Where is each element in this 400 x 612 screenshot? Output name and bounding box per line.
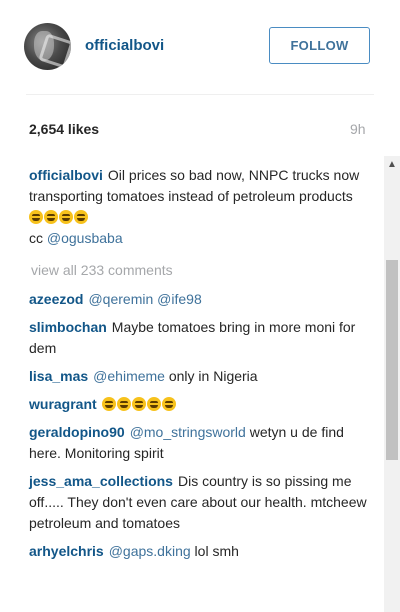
comment-item: arhyelchris @gaps.dking lol smh: [29, 541, 369, 562]
scroll-up-arrow-icon[interactable]: ▲: [384, 160, 400, 170]
comments-section: officialbovi Oil prices so bad now, NNPC …: [29, 165, 369, 569]
comment-item: geraldopino90 @mo_stringsworld wetyn u de…: [29, 422, 369, 464]
comment-username[interactable]: lisa_mas: [29, 368, 88, 384]
comment-mention[interactable]: @ife98: [157, 291, 202, 307]
comment-item: slimbochan Maybe tomatoes bring in more m…: [29, 317, 369, 359]
comment-item: jess_ama_collections Dis country is so pi…: [29, 471, 369, 534]
comment-username[interactable]: arhyelchris: [29, 543, 104, 559]
comment-emojis: [101, 396, 177, 412]
comment-mention[interactable]: @ehimeme: [93, 368, 165, 384]
likes-count[interactable]: 2,654 likes: [29, 121, 99, 137]
follow-button[interactable]: FOLLOW: [269, 27, 370, 64]
laughing-tears-emoji-icon: [59, 210, 73, 224]
post-header: officialbovi FOLLOW: [0, 0, 400, 94]
laughing-tears-emoji-icon: [74, 210, 88, 224]
comment-username[interactable]: geraldopino90: [29, 424, 125, 440]
comment-username[interactable]: wuragrant: [29, 396, 97, 412]
comment-text: only in Nigeria: [168, 368, 258, 384]
comment-username[interactable]: jess_ama_collections: [29, 473, 173, 489]
comment-mention[interactable]: @qeremin: [88, 291, 153, 307]
caption-cc: cc: [29, 230, 43, 246]
comment-text: lol smh: [194, 543, 239, 559]
header-divider: [26, 94, 374, 95]
comment-mention[interactable]: @mo_stringsworld: [130, 424, 246, 440]
laughing-tears-emoji-icon: [131, 397, 146, 411]
comment-username[interactable]: slimbochan: [29, 319, 107, 335]
comment-username[interactable]: azeezod: [29, 291, 83, 307]
post-time[interactable]: 9h: [350, 121, 366, 137]
scroll-thumb[interactable]: [386, 260, 398, 460]
laughing-tears-emoji-icon: [146, 397, 161, 411]
view-all-comments-link[interactable]: view all 233 comments: [31, 261, 369, 279]
comment-mention[interactable]: @gaps.dking: [109, 543, 191, 559]
laughing-tears-emoji-icon: [29, 210, 43, 224]
laughing-tears-emoji-icon: [161, 397, 176, 411]
caption-mention[interactable]: @ogusbaba: [47, 230, 123, 246]
laughing-tears-emoji-icon: [101, 397, 116, 411]
comment-item: azeezod @qeremin @ife98: [29, 289, 369, 310]
caption-emojis: [29, 209, 89, 225]
avatar[interactable]: [24, 23, 71, 70]
comment-item: lisa_mas @ehimeme only in Nigeria: [29, 366, 369, 387]
laughing-tears-emoji-icon: [116, 397, 131, 411]
comment-item: wuragrant: [29, 394, 369, 415]
caption-username[interactable]: officialbovi: [29, 167, 103, 183]
laughing-tears-emoji-icon: [44, 210, 58, 224]
comments-scrollbar[interactable]: ▲: [384, 156, 400, 612]
caption: officialbovi Oil prices so bad now, NNPC …: [29, 165, 369, 249]
post-username[interactable]: officialbovi: [85, 37, 164, 54]
